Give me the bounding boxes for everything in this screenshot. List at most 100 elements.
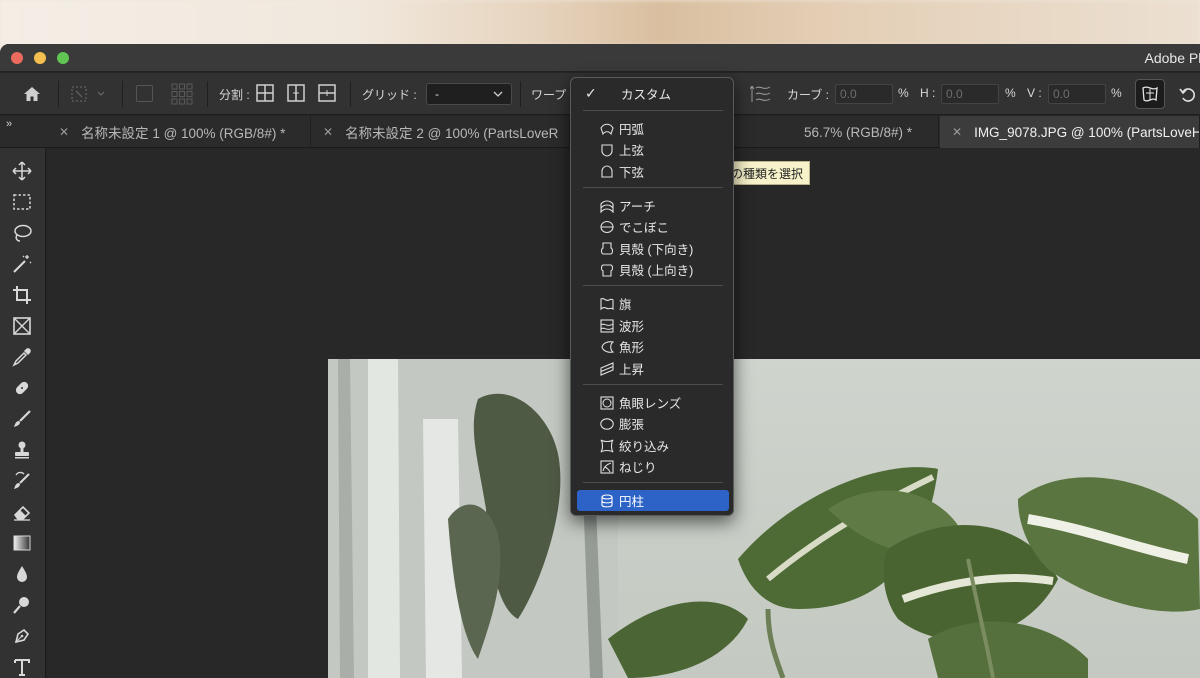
gradient-tool[interactable] (10, 531, 34, 555)
arc-lower-icon (601, 164, 613, 178)
history-brush-tool[interactable] (10, 469, 34, 493)
crop-tool[interactable] (10, 283, 34, 307)
reference-grid-button[interactable] (171, 83, 193, 105)
minimize-window-button[interactable] (34, 52, 46, 64)
arc-icon (600, 123, 614, 135)
v-label: V : (1027, 86, 1042, 100)
menu-item-label: 貝殻 (上向き) (619, 264, 694, 278)
menu-item-fisheye[interactable]: 魚眼レンズ (577, 392, 729, 413)
grid-select[interactable]: - (426, 83, 512, 105)
tab-label: 56.7% (RGB/8#) * (804, 124, 913, 140)
pen-icon (14, 628, 30, 644)
curve-input[interactable]: 0.0 (835, 84, 893, 104)
menu-item-rise[interactable]: 上昇 (577, 358, 729, 379)
warp-mesh-icon (1142, 86, 1158, 102)
split-vertical-button[interactable] (287, 84, 305, 102)
move-tool[interactable] (10, 159, 34, 183)
healing-brush-tool[interactable] (10, 376, 34, 400)
menu-item-cylinder[interactable]: 円柱 (577, 490, 729, 511)
tab-document-2[interactable]: ✕ 名称未設定 2 @ 100% (PartsLoveR (311, 116, 570, 148)
crop-icon (13, 286, 31, 304)
zoom-window-button[interactable] (57, 52, 69, 64)
gradient-icon (13, 535, 31, 551)
menu-item-squeeze[interactable]: 絞り込み (577, 435, 729, 456)
menu-item-bulge[interactable]: でこぼこ (577, 216, 729, 237)
menu-item-wave[interactable]: 波形 (577, 315, 729, 336)
dodge-tool[interactable] (10, 593, 34, 617)
tools-panel (0, 148, 46, 678)
menu-item-shell-lower[interactable]: 貝殻 (下向き) (577, 238, 729, 259)
menu-item-label: 旗 (619, 298, 632, 312)
bandage-icon (15, 381, 29, 395)
pen-tool[interactable] (10, 624, 34, 648)
magic-wand-tool[interactable] (10, 252, 34, 276)
menu-item-arc[interactable]: 円弧 (577, 118, 729, 139)
window-title: Adobe Ph (1144, 50, 1200, 66)
eraser-tool[interactable] (10, 500, 34, 524)
eyedropper-tool[interactable] (10, 345, 34, 369)
menu-item-label: 円柱 (619, 495, 645, 509)
undo-transform-button[interactable] (1178, 85, 1196, 103)
marquee-tool[interactable] (10, 190, 34, 214)
lasso-tool[interactable] (10, 221, 34, 245)
type-icon (14, 659, 30, 676)
menu-item-fish[interactable]: 魚形 (577, 336, 729, 357)
warp-orientation-icon (750, 85, 771, 102)
menu-item-inflate[interactable]: 膨張 (577, 413, 729, 434)
v-input[interactable]: 0.0 (1048, 84, 1106, 104)
menu-item-twist[interactable]: ねじり (577, 456, 729, 477)
document-image (328, 359, 1200, 678)
droplet-icon (17, 566, 27, 582)
menu-item-label: 波形 (619, 320, 645, 334)
shell-lower-icon (600, 241, 614, 255)
tab-document-4[interactable]: ✕ IMG_9078.JPG @ 100% (PartsLoveH (940, 116, 1200, 148)
v-percent: % (1111, 86, 1122, 100)
grid-dots-icon (171, 83, 193, 105)
close-window-button[interactable] (11, 52, 23, 64)
menu-item-label: 上弦 (619, 144, 645, 158)
brush-icon (14, 410, 31, 427)
home-button[interactable] (18, 83, 46, 105)
h-input[interactable]: 0.0 (941, 84, 999, 104)
menu-item-label: 絞り込み (619, 440, 670, 454)
type-tool[interactable] (10, 655, 34, 678)
frame-tool[interactable] (10, 314, 34, 338)
tab-document-1[interactable]: ✕ 名称未設定 1 @ 100% (RGB/8#) * (47, 116, 311, 148)
split-horizontal-button[interactable] (318, 84, 336, 102)
plant-photo (328, 359, 1200, 678)
warp-toggle-button[interactable] (1135, 79, 1165, 109)
menu-item-label: 上昇 (619, 363, 645, 377)
arc-upper-icon (601, 143, 613, 157)
split-cross-button[interactable] (256, 84, 274, 102)
clone-stamp-tool[interactable] (10, 438, 34, 462)
history-brush-icon (14, 471, 30, 489)
close-icon[interactable]: ✕ (59, 125, 69, 139)
checkmark-icon: ✓ (585, 85, 597, 101)
close-icon[interactable]: ✕ (323, 125, 333, 139)
rise-icon (600, 361, 614, 376)
menu-item-arc-upper[interactable]: 上弦 (577, 139, 729, 160)
grid-label: グリッド : (362, 88, 417, 102)
reference-point-toggle[interactable] (136, 85, 153, 102)
collapse-panels-button[interactable]: » (6, 118, 12, 130)
warp-label: ワープ (531, 88, 567, 102)
close-icon[interactable]: ✕ (952, 125, 962, 139)
warp-orientation-button[interactable] (750, 82, 772, 106)
wave-icon (600, 318, 614, 333)
desktop-backdrop (0, 0, 1200, 46)
title-bar: Adobe Ph (0, 44, 1200, 72)
brush-tool[interactable] (10, 407, 34, 431)
menu-item-arch[interactable]: アーチ (577, 195, 729, 216)
menu-item-custom[interactable]: ✓ カスタム (577, 83, 729, 104)
tab-document-3[interactable]: 56.7% (RGB/8#) * (734, 116, 939, 148)
blur-tool[interactable] (10, 562, 34, 586)
transform-preset-button[interactable] (70, 84, 106, 104)
menu-item-label: カスタム (621, 88, 672, 102)
menu-item-label: 貝殻 (下向き) (619, 243, 694, 257)
menu-item-shell-upper[interactable]: 貝殻 (上向き) (577, 259, 729, 280)
arch-icon (600, 199, 614, 213)
inflate-icon (600, 417, 614, 430)
menu-item-arc-lower[interactable]: 下弦 (577, 161, 729, 182)
dodge-icon (13, 597, 29, 614)
menu-item-flag[interactable]: 旗 (577, 293, 729, 314)
